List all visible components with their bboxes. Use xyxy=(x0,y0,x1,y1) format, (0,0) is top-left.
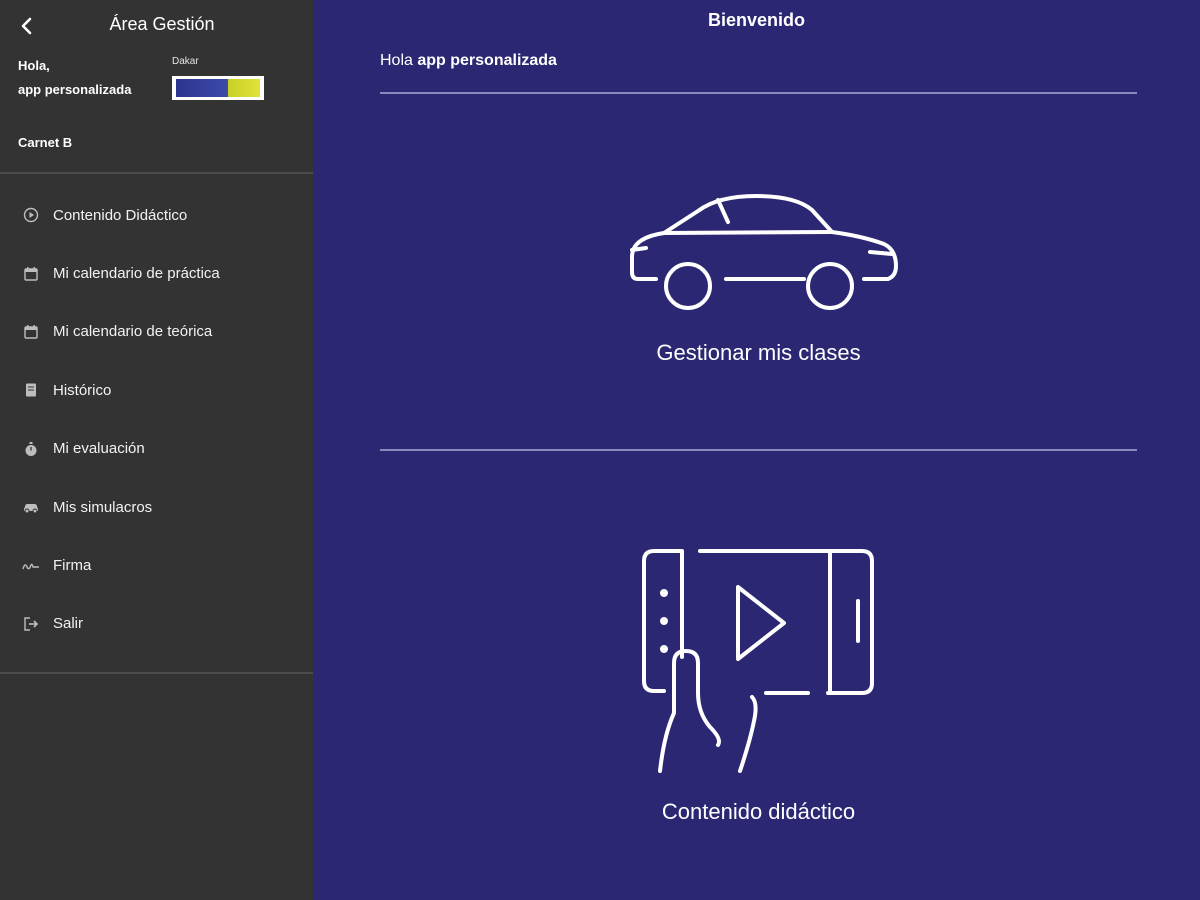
welcome-line: Hola app personalizada xyxy=(380,52,557,70)
sidebar-item-label: Mis simulacros xyxy=(53,498,153,516)
sidebar-menu: Contenido Didáctico Mi calendario de prá… xyxy=(0,186,313,653)
sidebar-item-label: Firma xyxy=(53,557,92,575)
calendar-icon xyxy=(22,323,40,341)
sidebar-item-calendario-practica[interactable]: Mi calendario de práctica xyxy=(0,244,313,302)
sidebar-item-salir[interactable]: Salir xyxy=(0,595,313,653)
sidebar-divider xyxy=(0,672,313,674)
sidebar-divider xyxy=(0,172,313,174)
sidebar-item-historico[interactable]: Histórico xyxy=(0,361,313,419)
welcome-word: Hola xyxy=(380,52,413,69)
license-type: Carnet B xyxy=(18,135,73,150)
welcome-user-name: app personalizada xyxy=(417,52,557,69)
sidebar-header: Área Gestión Hola, app personalizada Car… xyxy=(0,0,313,172)
sidebar-item-label: Mi calendario de práctica xyxy=(53,265,220,283)
manage-classes-label: Gestionar mis clases xyxy=(656,340,861,365)
sidebar: Área Gestión Hola, app personalizada Car… xyxy=(0,0,313,900)
sidebar-item-simulacros[interactable]: Mis simulacros xyxy=(0,478,313,536)
manage-classes-card[interactable]: Gestionar mis clases xyxy=(380,180,1137,390)
play-circle-icon xyxy=(22,206,40,224)
school-name: Dakar xyxy=(172,56,199,67)
educational-content-label: Contenido didáctico xyxy=(661,799,856,824)
page-title: Bienvenido xyxy=(707,10,805,30)
user-name: app personalizada xyxy=(18,82,132,97)
sidebar-item-label: Salir xyxy=(53,615,84,633)
car-outline-icon xyxy=(630,194,898,310)
sidebar-item-label: Contenido Didáctico xyxy=(53,206,188,224)
book-icon xyxy=(22,381,40,399)
tablet-video-icon xyxy=(642,549,874,773)
section-divider xyxy=(380,92,1137,94)
calendar-icon xyxy=(22,265,40,283)
greeting-text: Hola, xyxy=(18,58,50,73)
sidebar-item-evaluacion[interactable]: Mi evaluación xyxy=(0,420,313,478)
main-panel: Bienvenido Hola app personalizada Gestio… xyxy=(313,0,1200,900)
sidebar-item-label: Histórico xyxy=(53,381,112,399)
logout-icon xyxy=(22,615,40,633)
sidebar-item-label: Mi calendario de teórica xyxy=(53,323,213,341)
school-logo xyxy=(172,76,264,100)
sidebar-item-firma[interactable]: Firma xyxy=(0,536,313,594)
back-button[interactable] xyxy=(14,12,38,40)
sidebar-item-contenido-didactico[interactable]: Contenido Didáctico xyxy=(0,186,313,244)
signature-icon xyxy=(22,557,40,575)
educational-content-card[interactable]: Contenido didáctico xyxy=(380,535,1137,835)
sidebar-item-label: Mi evaluación xyxy=(53,440,145,458)
car-icon xyxy=(22,498,40,516)
section-divider xyxy=(380,449,1137,451)
stopwatch-icon xyxy=(22,440,40,458)
sidebar-title: Área Gestión xyxy=(109,14,215,34)
sidebar-item-calendario-teorica[interactable]: Mi calendario de teórica xyxy=(0,303,313,361)
chevron-left-icon xyxy=(21,17,32,35)
